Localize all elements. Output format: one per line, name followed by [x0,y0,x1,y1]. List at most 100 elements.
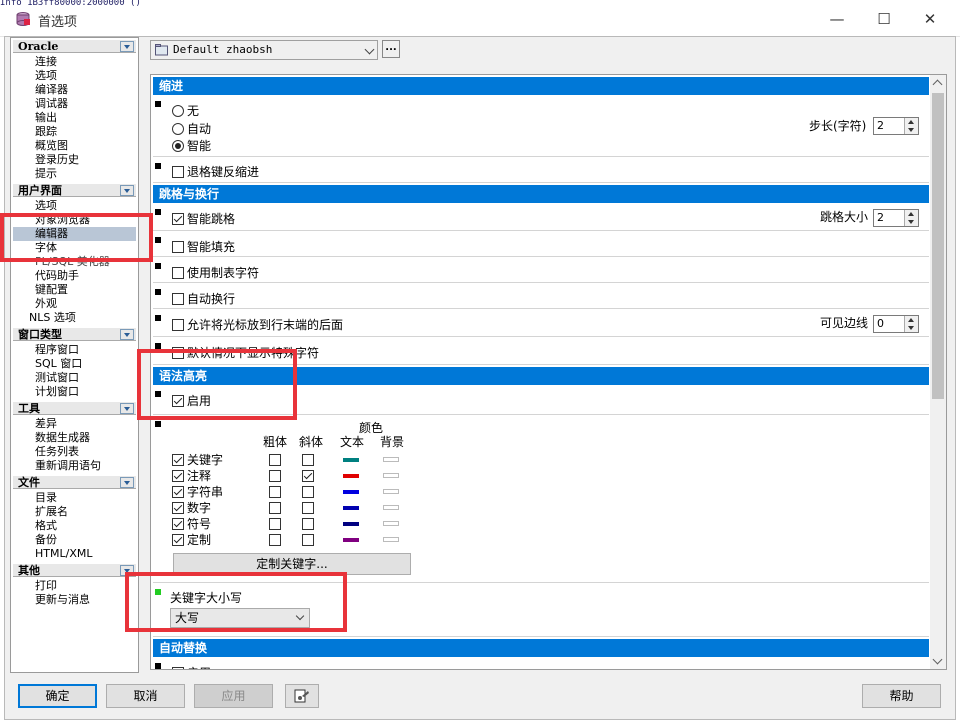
bg-color-swatch[interactable] [383,521,399,526]
nav-item[interactable]: 目录 [35,491,57,505]
text-color-swatch[interactable] [343,490,359,494]
bg-color-swatch[interactable] [383,537,399,542]
word-wrap-label: 自动换行 [187,292,236,306]
nav-item[interactable]: 连接 [35,55,57,69]
nav-item[interactable]: 重新调用语句 [35,459,101,473]
syntax-item-checkbox[interactable] [172,518,184,530]
italic-checkbox[interactable] [302,454,314,466]
nav-item[interactable]: NLS 选项 [29,311,76,325]
text-color-swatch[interactable] [343,522,359,526]
text-color-swatch[interactable] [343,474,359,478]
syntax-item-checkbox[interactable] [172,454,184,466]
indent-none-radio[interactable] [172,105,184,117]
nav-item[interactable]: 编译器 [35,83,68,97]
bold-checkbox[interactable] [269,486,281,498]
nav-item[interactable]: 计划窗口 [35,385,79,399]
bg-color-swatch[interactable] [383,489,399,494]
nav-item[interactable]: 任务列表 [35,445,79,459]
syntax-item-checkbox[interactable] [172,534,184,546]
italic-checkbox[interactable] [302,486,314,498]
nav-item[interactable]: 键配置 [35,283,68,297]
nav-item[interactable]: 备份 [35,533,57,547]
visible-margin-spinner[interactable]: 0 [873,315,919,333]
syntax-item-checkbox[interactable] [172,470,184,482]
italic-checkbox[interactable] [302,470,314,482]
text-color-swatch[interactable] [343,538,359,542]
ok-button[interactable]: 确定 [18,684,97,708]
nav-item[interactable]: 扩展名 [35,505,68,519]
nav-item[interactable]: 输出 [35,111,57,125]
bg-color-swatch[interactable] [383,505,399,510]
backspace-unindent-checkbox[interactable] [172,166,184,178]
minimize-button[interactable]: — [815,8,859,30]
nav-item[interactable]: 选项 [35,199,57,213]
tools-button[interactable] [285,684,319,708]
step-spinner[interactable]: 2 [873,117,919,135]
bg-color-swatch[interactable] [383,457,399,462]
scroll-up-icon[interactable] [932,79,943,90]
nav-item[interactable]: 差异 [35,417,57,431]
nav-item[interactable]: 跟踪 [35,125,57,139]
nav-group-tools[interactable]: 工具 [13,401,136,415]
nav-item[interactable]: 数据生成器 [35,431,90,445]
chevron-down-icon[interactable] [120,477,134,488]
italic-checkbox[interactable] [302,502,314,514]
italic-checkbox[interactable] [302,534,314,546]
nav-item[interactable]: 登录历史 [35,153,79,167]
nav-group-files[interactable]: 文件 [13,475,136,489]
nav-item[interactable]: 代码助手 [35,269,79,283]
nav-group-window-types[interactable]: 窗口类型 [13,327,136,341]
syntax-item-label: 字符串 [187,485,224,499]
tab-size-spinner[interactable]: 2 [873,209,919,227]
cancel-button[interactable]: 取消 [106,684,185,708]
syntax-item-checkbox[interactable] [172,486,184,498]
nav-item[interactable]: 打印 [35,579,57,593]
indent-auto-radio[interactable] [172,123,184,135]
chevron-down-icon[interactable] [120,185,134,196]
bold-checkbox[interactable] [269,502,281,514]
nav-item[interactable]: SQL 窗口 [35,357,82,371]
nav-item[interactable]: 测试窗口 [35,371,79,385]
chevron-down-icon[interactable] [120,41,134,52]
use-tab-checkbox[interactable] [172,267,184,279]
cursor-eol-checkbox[interactable] [172,319,184,331]
close-button[interactable]: ✕ [908,8,952,30]
nav-group-ui[interactable]: 用户界面 [13,183,136,197]
scroll-thumb[interactable] [932,93,944,399]
scroll-down-icon[interactable] [932,654,943,665]
bold-checkbox[interactable] [269,534,281,546]
indent-smart-radio[interactable] [172,140,184,152]
nav-item[interactable]: 更新与消息 [35,593,90,607]
nav-item[interactable]: HTML/XML [35,547,92,561]
italic-checkbox[interactable] [302,518,314,530]
bold-checkbox[interactable] [269,518,281,530]
chevron-down-icon[interactable] [120,329,134,340]
autoreplace-enable-checkbox[interactable] [172,667,184,669]
profile-select[interactable]: Default zhaobsh [150,40,378,60]
nav-item[interactable]: 调试器 [35,97,68,111]
chevron-down-icon[interactable] [120,403,134,414]
nav-item[interactable]: 提示 [35,167,57,181]
nav-item[interactable]: 外观 [35,297,57,311]
nav-item[interactable]: 程序窗口 [35,343,79,357]
maximize-button[interactable]: ☐ [862,8,906,30]
nav-group-oracle[interactable]: Oracle [13,39,136,53]
nav-item[interactable]: 概览图 [35,139,68,153]
nav-group-other[interactable]: 其他 [13,563,136,577]
help-button[interactable]: 帮助 [862,684,941,708]
app-icon [15,11,31,27]
smart-tab-checkbox[interactable] [172,213,184,225]
profile-more-button[interactable]: ... [382,40,400,58]
nav-item[interactable]: 选项 [35,69,57,83]
text-color-swatch[interactable] [343,506,359,510]
smart-fill-checkbox[interactable] [172,241,184,253]
bg-color-swatch[interactable] [383,473,399,478]
apply-button[interactable]: 应用 [194,684,273,708]
bold-checkbox[interactable] [269,470,281,482]
syntax-item-checkbox[interactable] [172,502,184,514]
bold-checkbox[interactable] [269,454,281,466]
text-color-swatch[interactable] [343,458,359,462]
nav-item[interactable]: 格式 [35,519,57,533]
word-wrap-checkbox[interactable] [172,293,184,305]
panel-scrollbar[interactable] [930,75,946,669]
